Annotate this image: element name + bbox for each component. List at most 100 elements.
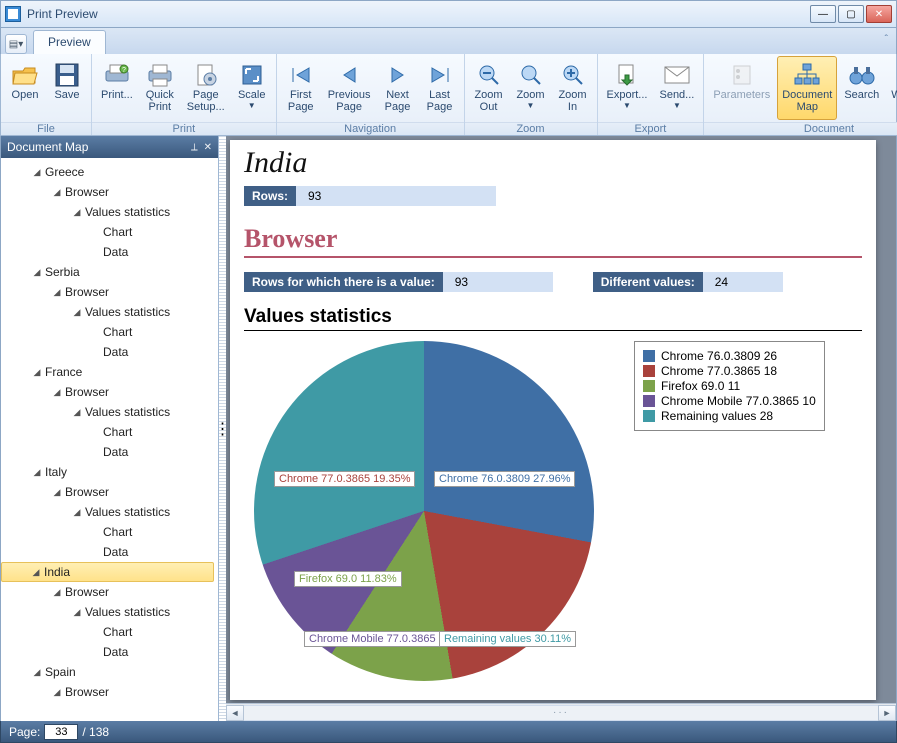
chevron-down-icon[interactable]: ◢ [31,667,43,678]
page-setup-button[interactable]: Page Setup... [182,56,230,120]
last-page-button[interactable]: Last Page [420,56,460,120]
chevron-down-icon[interactable]: ◢ [31,467,43,478]
rows-label: Rows: [244,186,296,206]
open-button[interactable]: Open [5,56,45,120]
tree-country[interactable]: ◢ Greece [1,162,218,182]
scroll-left-button[interactable]: ◄ [226,705,244,721]
chevron-down-icon[interactable]: ◢ [51,287,63,298]
pin-icon[interactable]: ⟂ [191,142,198,153]
tree-data[interactable]: Data [1,642,218,662]
tree-values-stats[interactable]: ◢ Values statistics [1,402,218,422]
watermark-button[interactable]: ABCWatermark [886,56,897,120]
tree-chart[interactable]: Chart [1,422,218,442]
export-button[interactable]: Export...▼ [602,56,653,120]
scroll-right-button[interactable]: ► [878,705,896,721]
chevron-down-icon[interactable]: ◢ [31,367,43,378]
tree-values-stats[interactable]: ◢ Values statistics [1,502,218,522]
tree-browser[interactable]: ◢ Browser [1,182,218,202]
close-button[interactable]: ✕ [866,5,892,23]
tree-chart[interactable]: Chart [1,522,218,542]
chevron-down-icon[interactable]: ◢ [71,407,83,418]
tree-browser[interactable]: ◢ Browser [1,282,218,302]
page-number-input[interactable] [44,724,78,740]
splitter[interactable]: ⋮ [219,136,226,721]
search-button[interactable]: Search [839,56,884,120]
window-title: Print Preview [27,7,810,21]
quick-access-button[interactable]: ▤▾ [5,34,27,54]
tree-country[interactable]: ◢ Italy [1,462,218,482]
save-button[interactable]: Save [47,56,87,120]
legend-text: Firefox 69.0 11 [661,379,740,393]
ribbon: Open Save File ?Print... Quick Print Pag… [0,54,897,136]
tabstrip: ▤▾ Preview ˆ [0,28,897,54]
tree-data[interactable]: Data [1,342,218,362]
chevron-down-icon[interactable]: ◢ [51,587,63,598]
page-label: Page: [9,725,40,739]
tree-values-stats[interactable]: ◢ Values statistics [1,202,218,222]
tree-browser[interactable]: ◢ Browser [1,382,218,402]
legend-swatch [643,350,655,362]
page-scroll-area[interactable]: India Rows: 93 Browser Rows for which th… [226,136,896,703]
tree-values-stats[interactable]: ◢ Values statistics [1,302,218,322]
tree-chart[interactable]: Chart [1,322,218,342]
chevron-down-icon[interactable]: ◢ [30,567,42,578]
chevron-down-icon[interactable]: ◢ [71,607,83,618]
legend-item: Chrome Mobile 77.0.3865 10 [643,394,816,408]
tree-browser[interactable]: ◢ Browser [1,482,218,502]
chevron-down-icon[interactable]: ◢ [51,487,63,498]
app-icon [5,6,21,22]
print-button[interactable]: ?Print... [96,56,138,120]
first-page-button[interactable]: First Page [281,56,321,120]
tree-browser[interactable]: ◢ Browser [1,582,218,602]
tree-values-stats[interactable]: ◢ Values statistics [1,602,218,622]
document-map-panel: Document Map ⟂ ✕ ◢ Greece ◢ Browser ◢ Va… [1,136,219,721]
scale-button[interactable]: Scale▼ [232,56,272,120]
floppy-icon [53,61,81,89]
titlebar: Print Preview — ▢ ✕ [0,0,897,28]
quick-print-button[interactable]: Quick Print [140,56,180,120]
pie-chart: Chrome 76.0.3809 27.96%Chrome 77.0.3865 … [244,341,604,671]
tab-preview[interactable]: Preview [33,30,106,54]
previous-page-button[interactable]: Previous Page [323,56,376,120]
document-map-button[interactable]: Document Map [777,56,837,120]
panel-close-icon[interactable]: ✕ [204,142,212,153]
next-page-button[interactable]: Next Page [378,56,418,120]
horizontal-scrollbar[interactable]: ◄ ··· ► [226,703,896,721]
tree-country[interactable]: ◢ France [1,362,218,382]
scroll-track[interactable]: ··· [244,705,878,721]
chevron-down-icon[interactable]: ◢ [51,387,63,398]
tree-chart[interactable]: Chart [1,622,218,642]
tree-chart[interactable]: Chart [1,222,218,242]
next-page-icon [384,61,412,89]
tree-data[interactable]: Data [1,542,218,562]
chevron-down-icon[interactable]: ◢ [31,267,43,278]
chevron-down-icon[interactable]: ◢ [71,507,83,518]
tree-country[interactable]: ◢ Spain [1,662,218,682]
document-map-header: Document Map ⟂ ✕ [1,136,218,158]
tree-country[interactable]: ◢ India [1,562,214,582]
zoom-in-button[interactable]: Zoom In [553,56,593,120]
document-map-tree[interactable]: ◢ Greece ◢ Browser ◢ Values statistics C… [1,158,218,721]
pie-slice-label: Chrome Mobile 77.0.3865 1 [304,631,450,647]
values-statistics-heading: Values statistics [244,306,862,331]
tree-data[interactable]: Data [1,442,218,462]
document-map-title: Document Map [7,140,88,154]
ribbon-collapse-icon[interactable]: ˆ [885,34,888,45]
group-navigation-label: Navigation [277,122,464,135]
group-file-label: File [1,122,91,135]
chevron-down-icon[interactable]: ◢ [51,187,63,198]
chevron-down-icon[interactable]: ◢ [51,687,63,698]
zoom-in-icon [559,61,587,89]
pie-slice-label: Remaining values 30.11% [439,631,576,647]
chevron-down-icon[interactable]: ◢ [71,207,83,218]
maximize-button[interactable]: ▢ [838,5,864,23]
zoom-button[interactable]: Zoom▼ [511,56,551,120]
tree-country[interactable]: ◢ Serbia [1,262,218,282]
send-button[interactable]: Send...▼ [654,56,699,120]
tree-data[interactable]: Data [1,242,218,262]
chevron-down-icon[interactable]: ◢ [71,307,83,318]
zoom-out-button[interactable]: Zoom Out [469,56,509,120]
chevron-down-icon[interactable]: ◢ [31,167,43,178]
minimize-button[interactable]: — [810,5,836,23]
tree-browser[interactable]: ◢ Browser [1,682,218,702]
